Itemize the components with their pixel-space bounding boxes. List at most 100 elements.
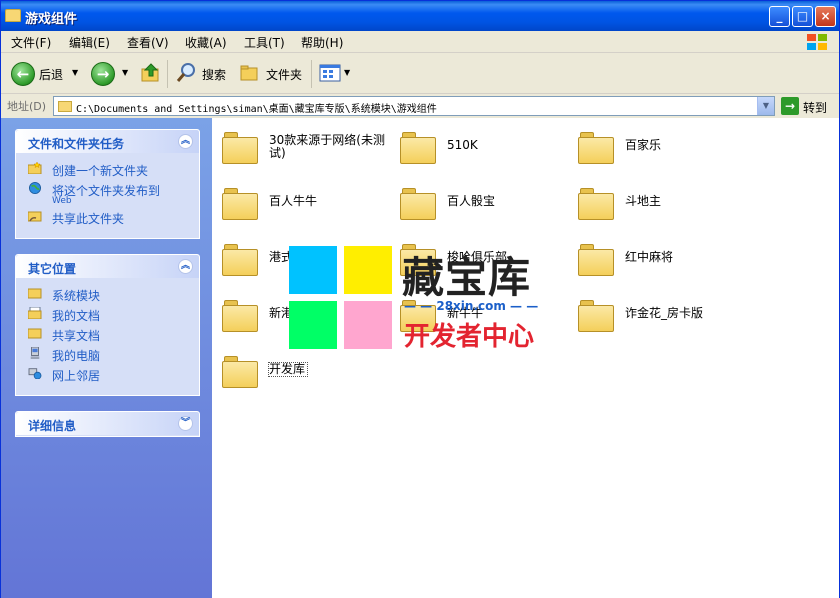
folder-icon xyxy=(578,242,616,278)
windows-logo-icon xyxy=(807,33,829,51)
menu-file[interactable]: 文件(F) xyxy=(11,34,51,51)
folder-item[interactable]: 510K xyxy=(390,124,565,172)
folder-name[interactable]: 诈金花_房卡版 xyxy=(625,307,743,320)
folder-item[interactable]: 红中麻将 xyxy=(568,236,743,284)
place-label[interactable]: 共享文档 xyxy=(52,327,100,344)
folder-icon xyxy=(222,298,260,334)
place-my-documents[interactable]: 我的文档 xyxy=(26,304,199,324)
menu-view[interactable]: 查看(V) xyxy=(127,34,169,51)
folder-name[interactable]: 开发库 xyxy=(268,362,308,377)
go-button-label[interactable]: 转到 xyxy=(803,99,827,116)
place-network[interactable]: 网上邻居 xyxy=(26,364,199,384)
folders-icon[interactable] xyxy=(239,62,261,84)
minimize-button[interactable]: _ xyxy=(769,6,790,27)
back-button-label[interactable]: 后退 xyxy=(39,66,63,83)
place-label[interactable]: 我的电脑 xyxy=(52,347,100,364)
forward-arrow-icon[interactable]: → xyxy=(91,62,115,86)
folder-icon xyxy=(400,130,438,166)
documents-icon xyxy=(28,307,42,319)
back-arrow-icon[interactable]: ← xyxy=(11,62,35,86)
folder-icon xyxy=(222,186,260,222)
task-share-folder[interactable]: 共享此文件夹 xyxy=(26,207,199,227)
address-input[interactable]: C:\Documents and Settings\siman\桌面\藏宝库专版… xyxy=(53,96,775,116)
menu-favorites[interactable]: 收藏(A) xyxy=(185,34,227,51)
close-button[interactable]: × xyxy=(815,6,836,27)
file-list[interactable]: 30款来源于网络(未测试) 510K 百家乐 百人牛牛 百人骰宝 斗地主 港式 xyxy=(212,118,839,598)
file-tasks-panel: 文件和文件夹任务 ︽ 创建一个新文件夹 将这个文件夹发布到 Web 共享此文件夹 xyxy=(15,129,200,239)
folder-name[interactable]: 30款来源于网络(未测试) xyxy=(269,134,387,160)
place-my-computer[interactable]: 我的电脑 xyxy=(26,344,199,364)
folder-name[interactable]: 百人牛牛 xyxy=(269,195,387,208)
globe-icon xyxy=(29,182,41,194)
watermark-url: — — 28xin.com — — xyxy=(404,299,539,313)
place-shared-documents[interactable]: 共享文档 xyxy=(26,324,199,344)
place-label[interactable]: 网上邻居 xyxy=(52,367,100,384)
folder-icon xyxy=(28,288,42,299)
task-publish-web[interactable]: 将这个文件夹发布到 Web xyxy=(26,179,199,207)
folder-icon xyxy=(5,9,21,22)
watermark: 藏宝库 — — 28xin.com — — 开发者中心 xyxy=(289,246,559,356)
folder-icon xyxy=(578,186,616,222)
forward-dropdown-icon[interactable]: ▼ xyxy=(122,68,128,77)
watermark-brand: 藏宝库 xyxy=(402,253,532,302)
folder-name[interactable]: 红中麻将 xyxy=(625,251,743,264)
panel-header[interactable]: 文件和文件夹任务 ︽ xyxy=(16,130,199,153)
panel-title: 详细信息 xyxy=(28,419,77,433)
place-label[interactable]: 系统模块 xyxy=(52,287,100,304)
folder-icon xyxy=(578,130,616,166)
share-folder-icon xyxy=(28,211,42,222)
folder-icon xyxy=(222,242,260,278)
folder-icon xyxy=(222,354,260,390)
watermark-slogan: 开发者中心 xyxy=(404,322,535,352)
place-label[interactable]: 我的文档 xyxy=(52,307,100,324)
up-folder-icon[interactable] xyxy=(140,62,162,84)
task-label[interactable]: 创建一个新文件夹 xyxy=(52,162,148,179)
folders-button-label[interactable]: 文件夹 xyxy=(266,66,302,83)
views-dropdown-icon[interactable]: ▼ xyxy=(344,68,350,77)
address-bar: 地址(D) C:\Documents and Settings\siman\桌面… xyxy=(1,95,839,117)
folder-item[interactable]: 百人牛牛 xyxy=(212,180,387,228)
folder-name[interactable]: 百家乐 xyxy=(625,139,743,152)
maximize-button[interactable]: □ xyxy=(792,6,813,27)
menu-tools[interactable]: 工具(T) xyxy=(244,34,285,51)
collapse-icon[interactable]: ︽ xyxy=(178,134,193,149)
watermark-square-cyan xyxy=(289,246,337,294)
expand-icon[interactable]: ︾ xyxy=(178,416,193,431)
task-label[interactable]: 共享此文件夹 xyxy=(52,210,124,227)
title-bar[interactable]: 游戏组件 _ □ × xyxy=(1,1,839,31)
network-icon xyxy=(28,368,42,379)
folder-item[interactable]: 30款来源于网络(未测试) xyxy=(212,124,387,172)
collapse-icon[interactable]: ︽ xyxy=(178,259,193,274)
go-arrow-icon[interactable]: → xyxy=(781,97,799,115)
search-button-label[interactable]: 搜索 xyxy=(202,66,226,83)
task-new-folder[interactable]: 创建一个新文件夹 xyxy=(26,159,199,179)
search-icon[interactable] xyxy=(175,62,197,84)
back-dropdown-icon[interactable]: ▼ xyxy=(72,68,78,77)
panel-header[interactable]: 详细信息 ︾ xyxy=(16,412,199,435)
address-dropdown-icon[interactable]: ▼ xyxy=(757,97,774,115)
folder-icon xyxy=(400,186,438,222)
menu-edit[interactable]: 编辑(E) xyxy=(69,34,110,51)
watermark-url-text: 28xin.com xyxy=(436,299,506,313)
views-icon[interactable] xyxy=(319,62,341,84)
watermark-square-green xyxy=(289,301,337,349)
folder-item[interactable]: 百人骰宝 xyxy=(390,180,565,228)
folder-item[interactable]: 诈金花_房卡版 xyxy=(568,292,743,340)
address-label: 地址(D) xyxy=(7,100,47,113)
menu-bar: 文件(F) 编辑(E) 查看(V) 收藏(A) 工具(T) 帮助(H) xyxy=(1,31,839,53)
folder-icon xyxy=(222,130,260,166)
folder-icon xyxy=(58,101,72,112)
address-path[interactable]: C:\Documents and Settings\siman\桌面\藏宝库专版… xyxy=(76,100,437,115)
panel-header[interactable]: 其它位置 ︽ xyxy=(16,255,199,278)
folder-name[interactable]: 百人骰宝 xyxy=(447,195,565,208)
watermark-square-pink xyxy=(344,301,392,349)
place-system-modules[interactable]: 系统模块 xyxy=(26,284,199,304)
folder-name[interactable]: 510K xyxy=(447,139,565,152)
task-label-sub[interactable]: Web xyxy=(52,196,72,206)
menu-help[interactable]: 帮助(H) xyxy=(301,34,343,51)
folder-icon xyxy=(578,298,616,334)
toolbar-separator xyxy=(311,60,312,88)
folder-item[interactable]: 百家乐 xyxy=(568,124,743,172)
folder-item[interactable]: 斗地主 xyxy=(568,180,743,228)
folder-name[interactable]: 斗地主 xyxy=(625,195,743,208)
